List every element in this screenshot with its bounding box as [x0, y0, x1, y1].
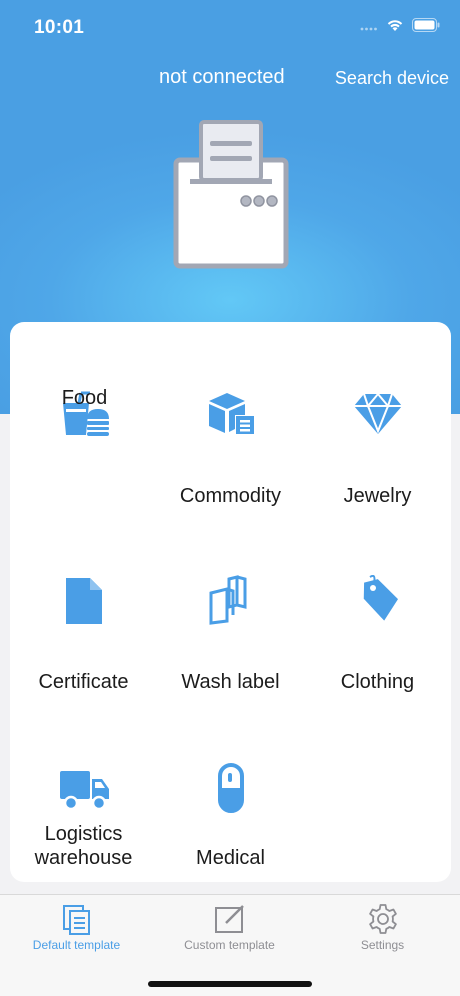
cellular-signal-icon: [360, 19, 378, 37]
status-icons: [360, 18, 440, 37]
category-label: Wash label: [181, 671, 280, 693]
document-icon: [10, 572, 157, 628]
gear-icon: [306, 903, 459, 935]
category-wash-label[interactable]: Wash label: [157, 572, 304, 693]
edit-template-icon: [153, 903, 306, 935]
home-indicator: [148, 981, 312, 987]
wifi-icon: [386, 18, 404, 37]
category-label: Certificate: [38, 671, 129, 693]
battery-icon: [412, 18, 440, 37]
template-category-card: Food Commodity Jewelry Certificate Wash …: [10, 322, 451, 882]
status-bar: 10:01: [0, 0, 460, 54]
category-commodity[interactable]: Commodity: [157, 386, 304, 507]
price-tag-icon: [304, 572, 451, 628]
tab-label: Custom template: [184, 938, 275, 952]
connection-status: not connected: [159, 66, 285, 88]
tab-label: Settings: [360, 938, 405, 952]
diamond-icon: [304, 386, 451, 442]
tab-custom-template[interactable]: Custom template: [153, 895, 306, 963]
category-label: Medical: [196, 847, 265, 869]
header: not connected Search device: [0, 62, 460, 96]
default-template-icon: [0, 903, 153, 935]
package-icon: [157, 386, 304, 442]
tab-default-template[interactable]: Default template: [0, 895, 153, 963]
category-label: Clothing: [340, 671, 415, 693]
status-time: 10:01: [34, 17, 85, 38]
category-certificate[interactable]: Certificate: [10, 572, 157, 693]
category-label: Logistics warehouse: [34, 823, 133, 869]
label-tag-icon: [157, 572, 304, 628]
truck-icon: [10, 760, 157, 816]
search-device-button[interactable]: Search device: [335, 68, 449, 89]
category-label: Jewelry: [343, 485, 412, 507]
printer-illustration: [172, 120, 290, 270]
category-food[interactable]: Food: [11, 386, 158, 502]
category-logistics-warehouse[interactable]: Logistics warehouse: [10, 760, 157, 876]
tab-label: Default template: [32, 938, 121, 952]
category-medical[interactable]: Medical: [157, 760, 304, 876]
category-label: Food: [61, 387, 108, 409]
category-jewelry[interactable]: Jewelry: [304, 386, 451, 507]
capsule-icon: [157, 760, 304, 816]
tab-settings[interactable]: Settings: [306, 895, 459, 963]
category-clothing[interactable]: Clothing: [304, 572, 451, 693]
category-label: Commodity: [179, 485, 282, 507]
